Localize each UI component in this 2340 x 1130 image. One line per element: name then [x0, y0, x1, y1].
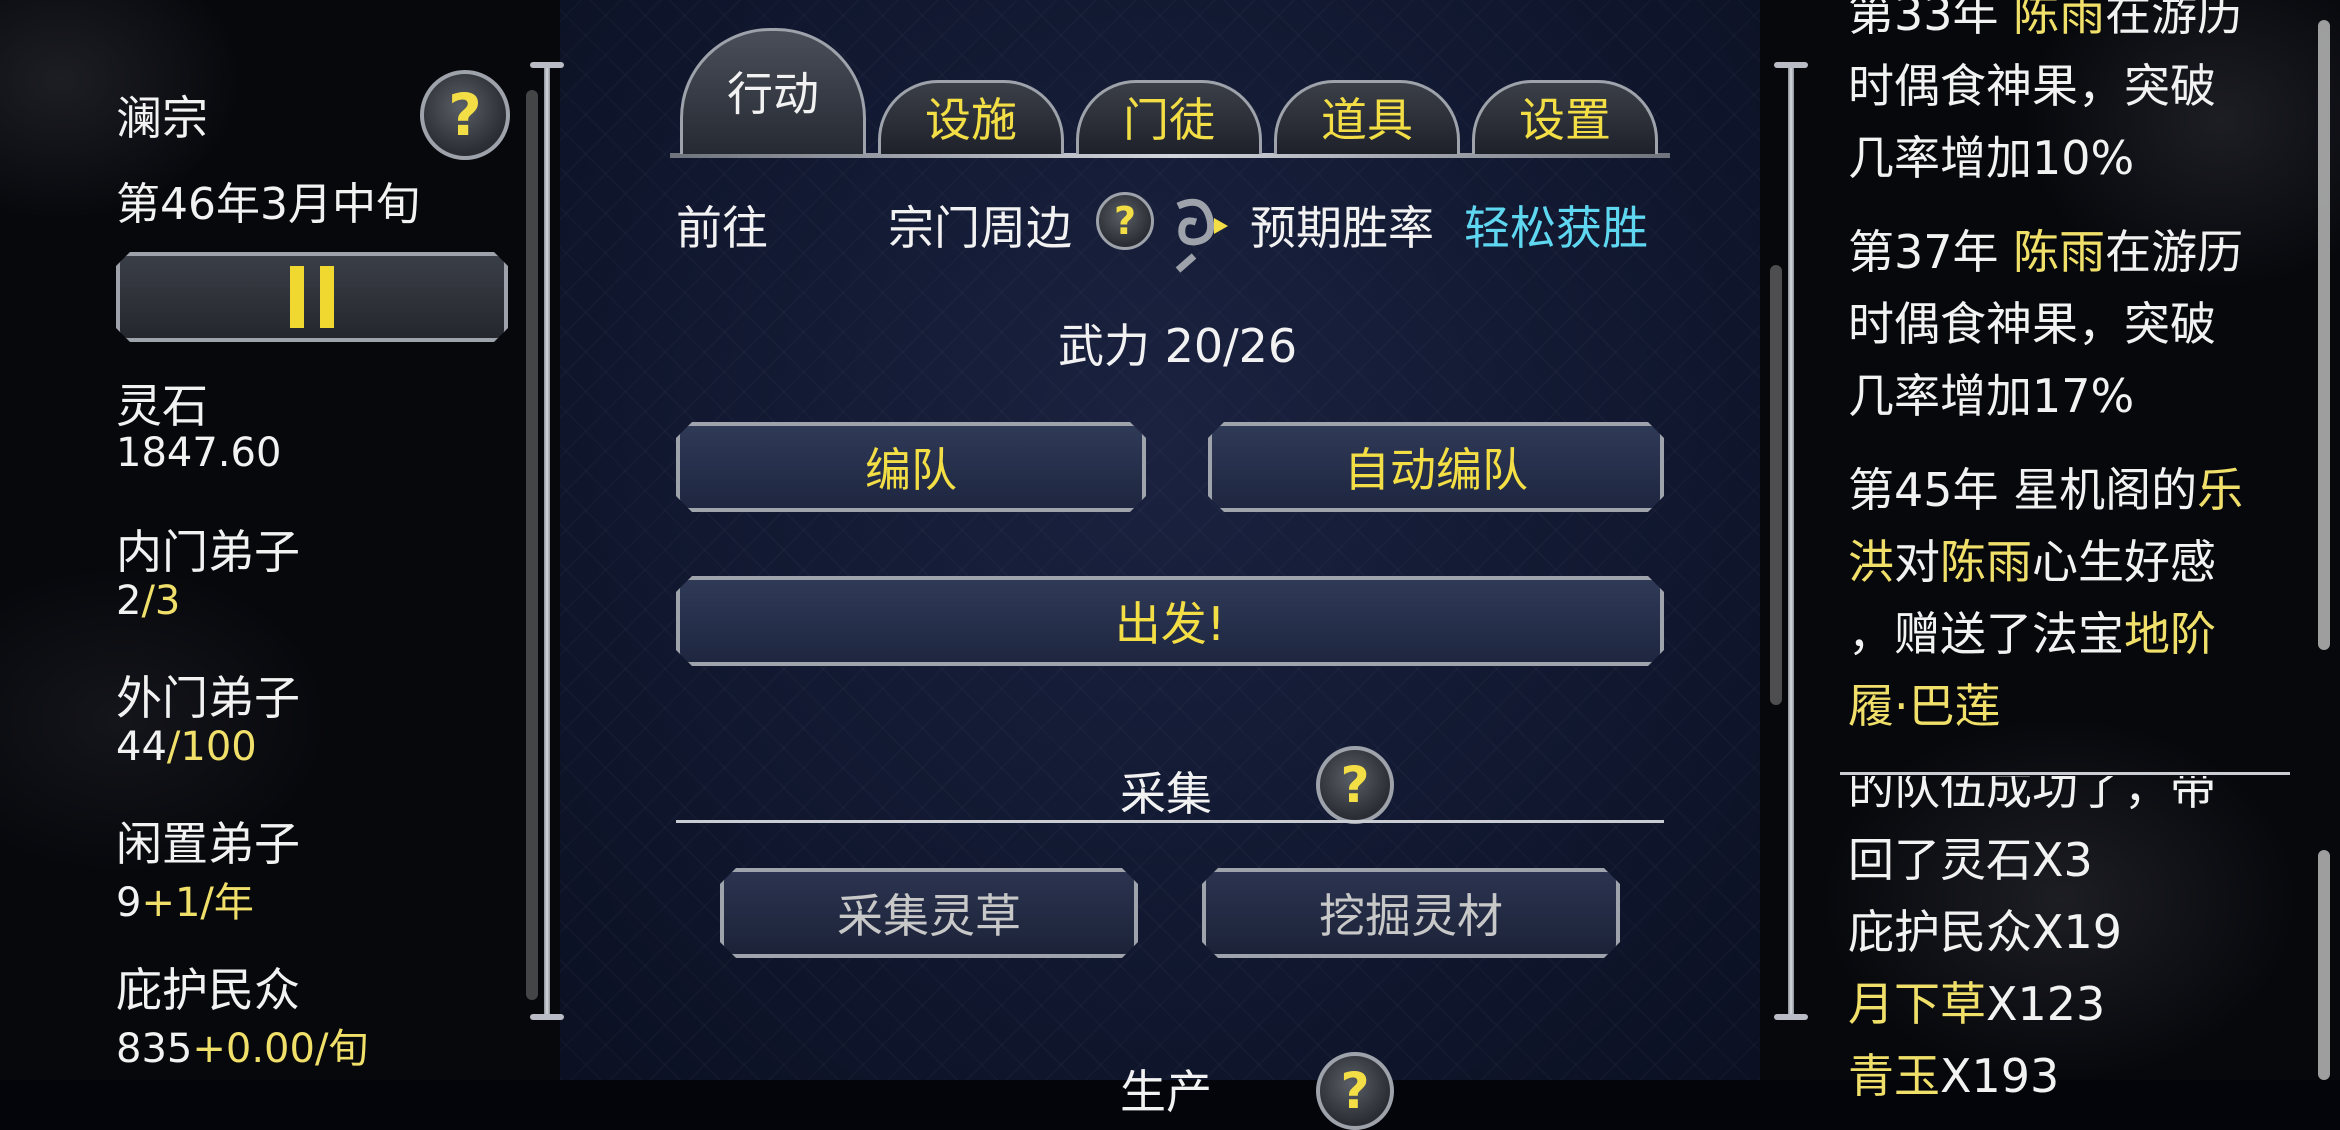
destination-select[interactable]: 宗门周边: [888, 192, 1072, 258]
goto-label: 前往: [676, 201, 768, 255]
left-scrollbar[interactable]: [526, 90, 538, 1000]
pause-icon: [320, 266, 334, 328]
idle-disciples-value: 9+1/年: [116, 880, 254, 926]
log-segment: X193: [1940, 1049, 2060, 1103]
log-divider: [1840, 772, 2290, 775]
inner-disciples-label: 内门弟子: [116, 525, 300, 579]
outer-disciples-value: 44/100: [116, 724, 257, 770]
log-segment: 在游历: [2105, 225, 2244, 279]
log-segment: 庇护民众X19: [1848, 905, 2123, 959]
log-line: 洪对陈雨心生好感: [1848, 526, 2243, 598]
event-log-top: 第33年 陈雨在游历 时偶食神果，突破 几率增加10% 第37年 陈雨在游历 时偶食神果…: [1848, 0, 2243, 742]
gather-herbs-button[interactable]: 采集灵草: [720, 868, 1138, 958]
gather-help-icon[interactable]: ?: [1316, 746, 1394, 824]
gather-divider: [676, 820, 1664, 823]
pause-button[interactable]: [116, 252, 508, 342]
win-rate-value: 轻松获胜: [1464, 201, 1648, 255]
log-line: 时偶食神果，突破: [1848, 288, 2243, 360]
log-segment: 几率增加17%: [1848, 369, 2135, 423]
swirl-arrow-icon[interactable]: [1164, 186, 1234, 276]
log-segment: 陈雨: [1940, 535, 2032, 589]
tab-items[interactable]: 道具: [1274, 80, 1460, 154]
log-scrollbar-top[interactable]: [2318, 20, 2330, 650]
gather-title: 采集: [1120, 767, 1212, 821]
win-rate-label: 预期胜率: [1250, 201, 1434, 255]
log-segment: 洪: [1848, 535, 1894, 589]
outer-disciples-label: 外门弟子: [116, 671, 300, 725]
right-divider-cap: [1774, 62, 1808, 68]
sect-help-icon[interactable]: ?: [420, 70, 510, 160]
event-log-bottom: 的队伍成功了，带 回了灵石X3 庇护民众X19 月下草X123 青玉X193: [1848, 776, 2216, 1112]
protected-people-label: 庇护民众: [116, 963, 300, 1017]
destination-help-icon[interactable]: ?: [1096, 192, 1154, 250]
log-segment: 在游历: [2105, 0, 2244, 41]
tab-facilities[interactable]: 设施: [878, 80, 1064, 154]
log-segment: 回了灵石X3: [1848, 833, 2093, 887]
log-segment: 时偶食神果，突破: [1848, 59, 2216, 113]
log-line: 第37年 陈雨在游历: [1848, 216, 2243, 288]
log-segment: 青玉: [1848, 1049, 1940, 1103]
production-help-icon[interactable]: ?: [1316, 1052, 1394, 1130]
log-line: 月下草X123: [1848, 968, 2216, 1040]
pause-icon: [290, 266, 304, 328]
log-segment: 几率增加10%: [1848, 131, 2135, 185]
log-line: 履·巴莲: [1848, 670, 2243, 742]
tab-action[interactable]: 行动: [680, 28, 866, 154]
auto-formation-button[interactable]: 自动编队: [1208, 422, 1664, 512]
spirit-stone-label: 灵石: [116, 379, 208, 433]
log-segment: 第37年: [1848, 225, 2014, 279]
formation-button[interactable]: 编队: [676, 422, 1146, 512]
log-segment: 陈雨: [2013, 225, 2106, 279]
protected-people-value: 835+0.00/旬: [116, 1026, 369, 1072]
left-divider-cap: [530, 1014, 564, 1020]
log-line: 时偶食神果，突破: [1848, 50, 2243, 122]
left-divider-cap: [530, 62, 564, 68]
log-segment: 陈雨: [2013, 0, 2106, 41]
log-segment: 心生好感: [2032, 535, 2216, 589]
log-segment: ，赠送了法宝: [1848, 607, 2124, 661]
tab-settings[interactable]: 设置: [1472, 80, 1658, 154]
log-line: 几率增加17%: [1848, 360, 2243, 432]
spirit-stone-value: 1847.60: [116, 430, 282, 476]
inner-disciples-value: 2/3: [116, 578, 181, 624]
log-line: 第33年 陈雨在游历: [1848, 0, 2243, 50]
log-line: 回了灵石X3: [1848, 824, 2216, 896]
sect-name: 澜宗: [116, 91, 208, 145]
log-segment: 第45年 星机阁的: [1848, 463, 2198, 517]
log-segment: 地阶: [2124, 607, 2216, 661]
depart-button[interactable]: 出发!: [676, 576, 1664, 666]
log-line: 第45年 星机阁的乐: [1848, 454, 2243, 526]
right-divider-cap: [1774, 1014, 1808, 1020]
power-value: 武力 20/26: [1058, 319, 1298, 373]
idle-disciples-label: 闲置弟子: [116, 817, 300, 871]
dig-materials-button[interactable]: 挖掘灵材: [1202, 868, 1620, 958]
log-segment: 月下草: [1848, 977, 1986, 1031]
log-segment: 第33年: [1848, 0, 2014, 41]
log-line: 青玉X193: [1848, 1040, 2216, 1112]
game-date: 第46年3月中旬: [116, 179, 420, 230]
log-segment: 对: [1894, 535, 1940, 589]
center-scrollbar[interactable]: [1770, 265, 1782, 705]
log-segment: 乐: [2197, 463, 2244, 517]
tab-disciples[interactable]: 门徒: [1076, 80, 1262, 154]
left-divider: [544, 64, 550, 1019]
log-line: 庇护民众X19: [1848, 896, 2216, 968]
log-segment: X123: [1986, 977, 2106, 1031]
right-divider: [1788, 64, 1794, 1019]
log-scrollbar-bottom[interactable]: [2318, 850, 2330, 1080]
production-title: 生产: [1120, 1065, 1212, 1119]
log-line: ，赠送了法宝地阶: [1848, 598, 2243, 670]
log-segment: 时偶食神果，突破: [1848, 297, 2216, 351]
log-segment: 履·巴莲: [1848, 679, 2001, 733]
log-line: 几率增加10%: [1848, 122, 2243, 194]
